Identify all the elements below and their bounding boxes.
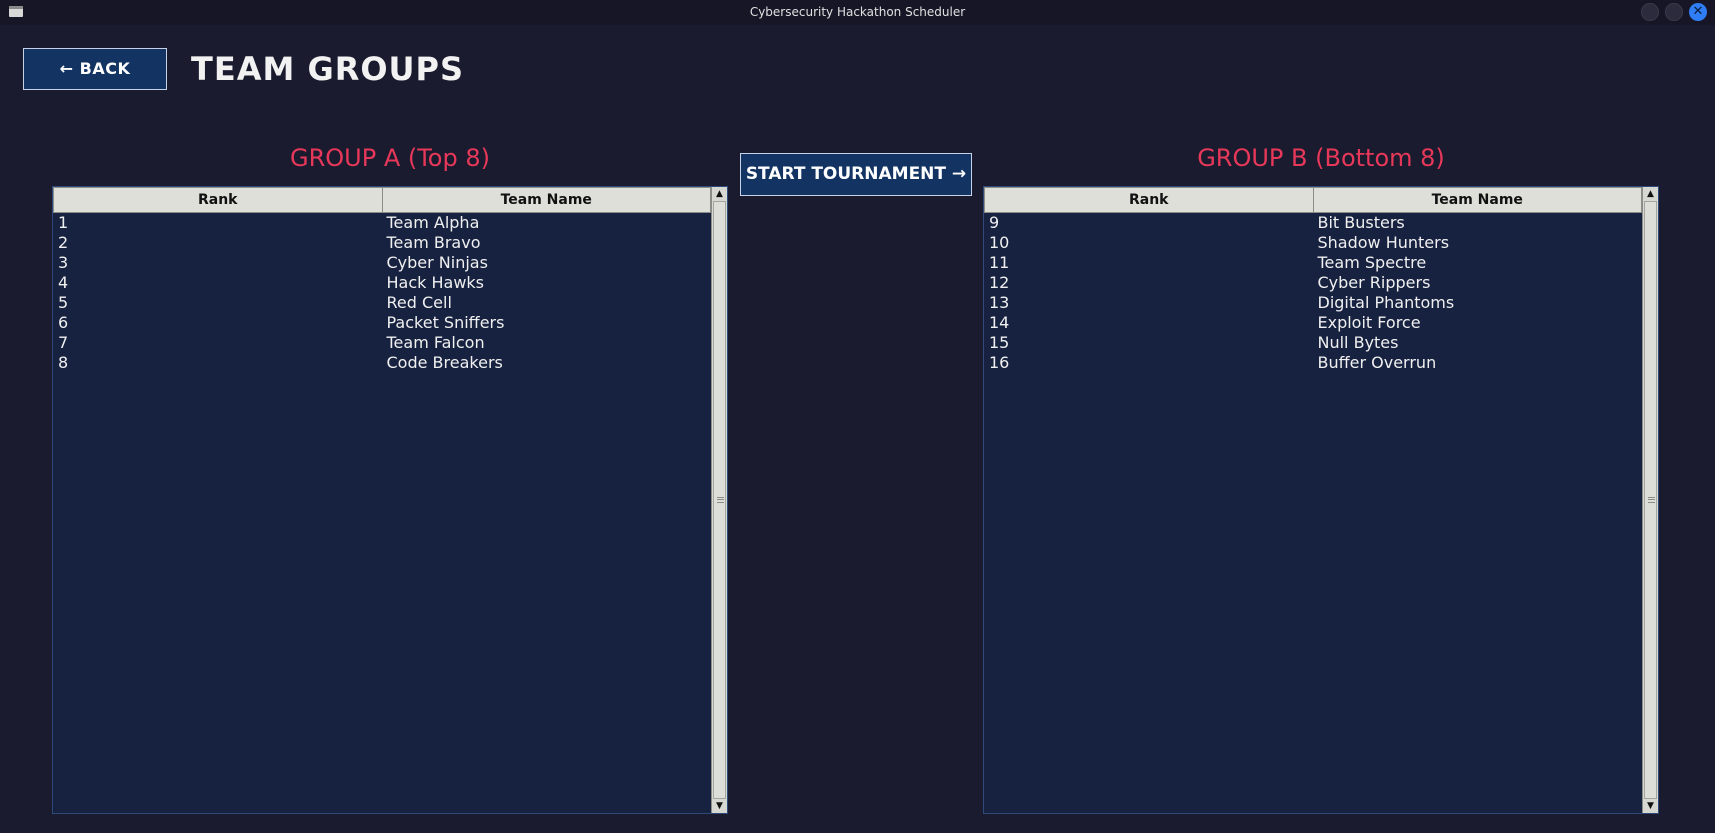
group-a-table-header: Rank Team Name bbox=[53, 187, 711, 213]
rank-cell: 6 bbox=[58, 313, 69, 332]
table-row[interactable]: 3 Cyber Ninjas bbox=[53, 253, 711, 273]
table-row[interactable]: 10 Shadow Hunters bbox=[984, 233, 1642, 253]
rank-cell: 11 bbox=[989, 253, 1010, 272]
window-title: Cybersecurity Hackathon Scheduler bbox=[749, 5, 966, 19]
table-row[interactable]: 16 Buffer Overrun bbox=[984, 353, 1642, 373]
scrollbar-thumb[interactable] bbox=[1644, 201, 1657, 799]
window-titlebar: Cybersecurity Hackathon Scheduler ✕ bbox=[0, 0, 1715, 25]
rank-cell: 5 bbox=[58, 293, 69, 312]
close-button[interactable]: ✕ bbox=[1689, 3, 1707, 21]
table-row[interactable]: 9 Bit Busters bbox=[984, 213, 1642, 233]
rank-cell: 14 bbox=[989, 313, 1010, 332]
scroll-down-arrow-icon[interactable]: ▼ bbox=[712, 799, 727, 813]
group-a-table[interactable]: Rank Team Name 1 Team Alpha 2 Team Bravo 3… bbox=[52, 186, 728, 814]
table-row[interactable]: 12 Cyber Rippers bbox=[984, 273, 1642, 293]
table-row[interactable]: 14 Exploit Force bbox=[984, 313, 1642, 333]
team-name-cell: Team Bravo bbox=[386, 233, 481, 252]
table-row[interactable]: 1 Team Alpha bbox=[53, 213, 711, 233]
scrollbar-thumb[interactable] bbox=[713, 201, 726, 799]
table-row[interactable]: 6 Packet Sniffers bbox=[53, 313, 711, 333]
rank-cell: 13 bbox=[989, 293, 1010, 312]
column-header-team-name[interactable]: Team Name bbox=[382, 187, 711, 213]
column-header-team-name[interactable]: Team Name bbox=[1313, 187, 1642, 213]
scroll-up-arrow-icon[interactable]: ▲ bbox=[1643, 187, 1658, 201]
group-a-table-body: 1 Team Alpha 2 Team Bravo 3 Cyber Ninjas 4 H… bbox=[53, 213, 711, 373]
grip-icon bbox=[1648, 497, 1655, 503]
rank-cell: 3 bbox=[58, 253, 69, 272]
table-row[interactable]: 11 Team Spectre bbox=[984, 253, 1642, 273]
start-tournament-button[interactable]: START TOURNAMENT → bbox=[740, 153, 972, 196]
group-b-table-body: 9 Bit Busters 10 Shadow Hunters 11 Team Spe… bbox=[984, 213, 1642, 373]
rank-cell: 1 bbox=[58, 213, 69, 232]
team-name-cell: Digital Phantoms bbox=[1317, 293, 1455, 312]
rank-cell: 7 bbox=[58, 333, 69, 352]
group-b-table-header: Rank Team Name bbox=[984, 187, 1642, 213]
team-name-cell: Cyber Ninjas bbox=[386, 253, 488, 272]
group-b-scrollbar[interactable]: ▲ ▼ bbox=[1642, 187, 1658, 813]
rank-cell: 15 bbox=[989, 333, 1010, 352]
rank-cell: 8 bbox=[58, 353, 69, 372]
rank-cell: 2 bbox=[58, 233, 69, 252]
team-name-cell: Team Spectre bbox=[1317, 253, 1427, 272]
team-name-cell: Team Falcon bbox=[386, 333, 485, 352]
grip-icon bbox=[717, 497, 724, 503]
table-row[interactable]: 5 Red Cell bbox=[53, 293, 711, 313]
team-name-cell: Exploit Force bbox=[1317, 313, 1421, 332]
table-row[interactable]: 2 Team Bravo bbox=[53, 233, 711, 253]
column-header-rank[interactable]: Rank bbox=[984, 187, 1314, 213]
rank-cell: 9 bbox=[989, 213, 1000, 232]
rank-cell: 4 bbox=[58, 273, 69, 292]
team-name-cell: Buffer Overrun bbox=[1317, 353, 1437, 372]
rank-cell: 16 bbox=[989, 353, 1010, 372]
back-button[interactable]: ← BACK bbox=[23, 48, 167, 90]
minimize-button[interactable] bbox=[1641, 3, 1659, 21]
table-row[interactable]: 7 Team Falcon bbox=[53, 333, 711, 353]
close-icon: ✕ bbox=[1692, 4, 1704, 19]
page-title: TEAM GROUPS bbox=[191, 50, 465, 88]
table-row[interactable]: 15 Null Bytes bbox=[984, 333, 1642, 353]
table-row[interactable]: 13 Digital Phantoms bbox=[984, 293, 1642, 313]
column-header-rank[interactable]: Rank bbox=[53, 187, 383, 213]
team-name-cell: Red Cell bbox=[386, 293, 452, 312]
team-name-cell: Shadow Hunters bbox=[1317, 233, 1450, 252]
team-name-cell: Team Alpha bbox=[386, 213, 480, 232]
group-a-scrollbar[interactable]: ▲ ▼ bbox=[711, 187, 727, 813]
group-b-heading: GROUP B (Bottom 8) bbox=[1197, 144, 1445, 172]
team-name-cell: Code Breakers bbox=[386, 353, 503, 372]
team-name-cell: Cyber Rippers bbox=[1317, 273, 1431, 292]
table-row[interactable]: 8 Code Breakers bbox=[53, 353, 711, 373]
rank-cell: 12 bbox=[989, 273, 1010, 292]
team-name-cell: Bit Busters bbox=[1317, 213, 1405, 232]
team-name-cell: Null Bytes bbox=[1317, 333, 1399, 352]
rank-cell: 10 bbox=[989, 233, 1010, 252]
scroll-up-arrow-icon[interactable]: ▲ bbox=[712, 187, 727, 201]
team-name-cell: Packet Sniffers bbox=[386, 313, 505, 332]
group-b-table[interactable]: Rank Team Name 9 Bit Busters 10 Shadow Hun… bbox=[983, 186, 1659, 814]
table-row[interactable]: 4 Hack Hawks bbox=[53, 273, 711, 293]
maximize-button[interactable] bbox=[1665, 3, 1683, 21]
scroll-down-arrow-icon[interactable]: ▼ bbox=[1643, 799, 1658, 813]
group-a-heading: GROUP A (Top 8) bbox=[289, 144, 490, 172]
team-name-cell: Hack Hawks bbox=[386, 273, 485, 292]
